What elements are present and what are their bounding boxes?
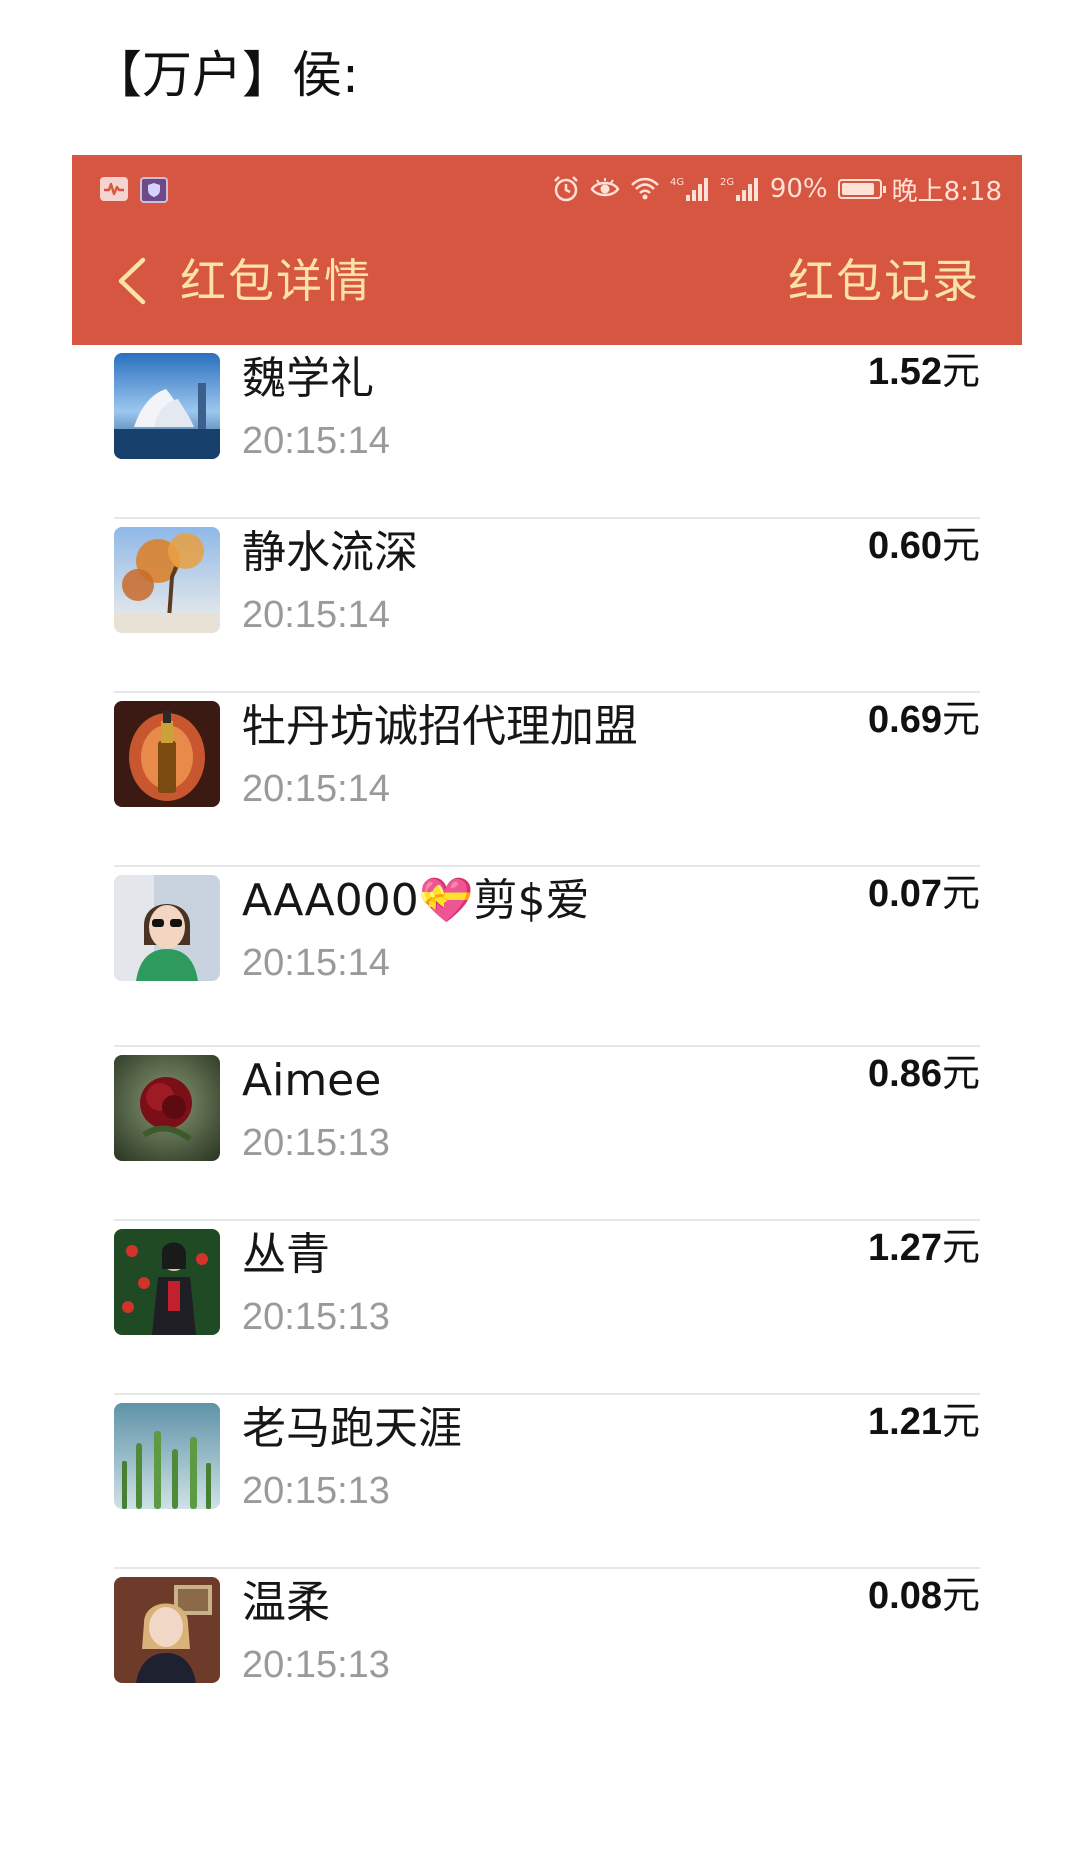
record-time: 20:15:14: [242, 942, 390, 984]
shield-icon: [140, 177, 168, 203]
record-row[interactable]: AAA000💝剪$爱 20:15:14 0.07元: [114, 867, 980, 1047]
battery-icon: [837, 179, 886, 199]
amount-unit: 元: [941, 1051, 980, 1095]
record-time: 20:15:14: [242, 594, 390, 636]
avatar: [114, 1055, 220, 1161]
record-time: 20:15:13: [242, 1644, 390, 1686]
record-name: 丛青: [242, 1229, 330, 1280]
record-amount: 0.69元: [868, 693, 980, 746]
status-bar: 4G 2G 90% 晚上8:18: [72, 155, 1022, 221]
record-name: 牡丹坊诚招代理加盟: [242, 701, 638, 752]
amount-unit: 元: [941, 871, 980, 915]
record-name: AAA000💝剪$爱: [242, 875, 590, 926]
alarm-icon: [552, 175, 580, 203]
avatar: [114, 1577, 220, 1683]
avatar: [114, 1403, 220, 1509]
caption: 【万户】侯:: [92, 46, 359, 104]
amount-value: 1.52: [868, 351, 942, 393]
activity-icon: [100, 177, 128, 201]
avatar: [114, 1229, 220, 1335]
amount-value: 0.07: [868, 873, 942, 915]
record-time: 20:15:14: [242, 768, 390, 810]
signal-4g-icon: 4G: [670, 175, 710, 203]
net2-label: 2G: [720, 177, 734, 188]
record-amount: 1.52元: [868, 345, 980, 398]
record-name: 静水流深: [242, 527, 418, 578]
back-button[interactable]: [102, 251, 162, 311]
record-time: 20:15:13: [242, 1122, 390, 1164]
wifi-icon: [630, 176, 660, 202]
record-row[interactable]: 魏学礼 20:15:14 1.52元: [114, 345, 980, 519]
record-time: 20:15:13: [242, 1296, 390, 1338]
record-row[interactable]: 牡丹坊诚招代理加盟 20:15:14 0.69元: [114, 693, 980, 867]
record-amount: 0.07元: [868, 867, 980, 920]
record-name: Aimee: [242, 1055, 382, 1106]
amount-value: 1.21: [868, 1401, 942, 1443]
record-amount: 0.60元: [868, 519, 980, 572]
amount-value: 0.08: [868, 1575, 942, 1617]
status-time: 晚上8:18: [891, 176, 1002, 207]
red-packet-records-link[interactable]: 红包记录: [788, 249, 980, 313]
amount-unit: 元: [941, 349, 980, 393]
record-row[interactable]: 老马跑天涯 20:15:13 1.21元: [114, 1395, 980, 1569]
battery-percent: 90%: [769, 174, 828, 204]
signal-2g-icon: 2G: [720, 175, 760, 203]
record-name: 温柔: [242, 1577, 330, 1628]
status-left-icons: [100, 177, 168, 203]
record-time: 20:15:13: [242, 1470, 390, 1512]
amount-unit: 元: [941, 1399, 980, 1443]
avatar: [114, 353, 220, 459]
record-row[interactable]: Aimee 20:15:13 0.86元: [114, 1047, 980, 1221]
record-row[interactable]: 温柔 20:15:13 0.08元: [114, 1569, 980, 1743]
amount-unit: 元: [941, 697, 980, 741]
avatar: [114, 875, 220, 981]
amount-value: 1.27: [868, 1227, 942, 1269]
chevron-left-icon: [118, 257, 146, 305]
record-amount: 0.86元: [868, 1047, 980, 1100]
amount-unit: 元: [941, 1225, 980, 1269]
net1-label: 4G: [670, 177, 684, 188]
phone-screen: 4G 2G 90% 晚上8:18 红包详情 红包记录 魏学礼 20:15:14 …: [72, 155, 1022, 1855]
amount-value: 0.86: [868, 1053, 942, 1095]
battery-level: [841, 183, 874, 195]
record-name: 老马跑天涯: [242, 1403, 462, 1454]
record-row[interactable]: 静水流深 20:15:14 0.60元: [114, 519, 980, 693]
avatar: [114, 527, 220, 633]
record-row[interactable]: 丛青 20:15:13 1.27元: [114, 1221, 980, 1395]
red-packet-record-list: 魏学礼 20:15:14 1.52元 静水流深 20:15:14 0.60元 牡…: [114, 345, 980, 1743]
navbar: 红包详情 红包记录: [72, 221, 1022, 345]
avatar: [114, 701, 220, 807]
record-amount: 0.08元: [868, 1569, 980, 1622]
app-header: 4G 2G 90% 晚上8:18 红包详情 红包记录: [72, 155, 1022, 345]
amount-unit: 元: [941, 523, 980, 567]
record-time: 20:15:14: [242, 420, 390, 462]
record-name: 魏学礼: [242, 353, 374, 404]
status-right-icons: 4G 2G 90% 晚上8:18: [552, 169, 1002, 209]
record-amount: 1.21元: [868, 1395, 980, 1448]
amount-value: 0.60: [868, 525, 942, 567]
amount-value: 0.69: [868, 699, 942, 741]
record-amount: 1.27元: [868, 1221, 980, 1274]
eye-icon: [590, 177, 620, 201]
page-title: 红包详情: [180, 254, 372, 308]
amount-unit: 元: [941, 1573, 980, 1617]
